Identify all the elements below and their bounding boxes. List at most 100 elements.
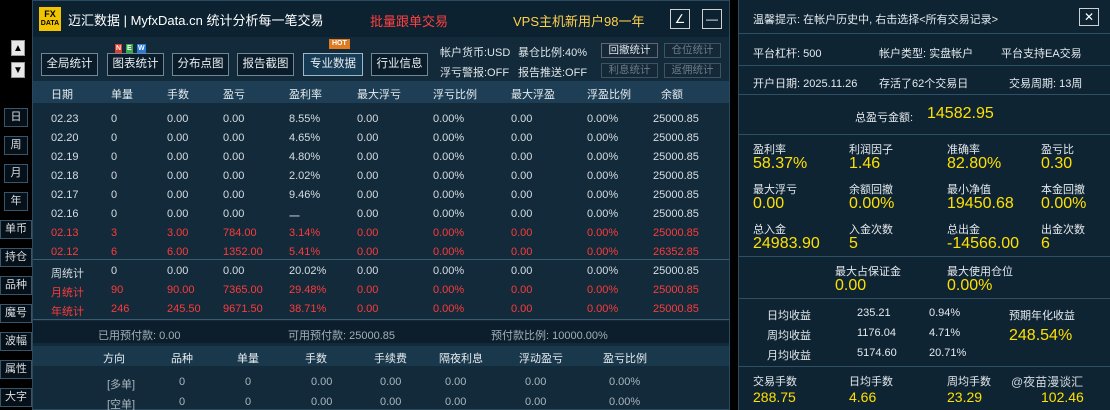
cell: 25000.85: [653, 132, 699, 144]
cell: 0: [245, 396, 252, 408]
stats-row: 月统计 90 90.00 7365.00 29.48% 0.00 0.00% 0.00 0.00…: [33, 281, 729, 300]
new-badge: N: [115, 44, 123, 53]
cell: 784.00: [223, 227, 257, 239]
metric-value: 82.80%: [947, 155, 1002, 172]
free-margin: 可用预付款: 25000.85: [288, 330, 395, 342]
cell: 5.41%: [289, 246, 321, 258]
app-title: 迈汇数据 | MyfxData.cn 统计分析每一笔交易: [68, 13, 324, 28]
period-week-button[interactable]: 周: [4, 136, 28, 155]
lots-stats-row: 周均手数 日均手数 交易手数 @夜苗漫谈汇 288.75 4.66 23.29 102.4…: [739, 367, 1110, 410]
cell: 0.00%: [433, 189, 465, 201]
pro-data-button[interactable]: 专业数据: [303, 53, 363, 76]
cell: 0.00: [357, 132, 379, 144]
rebate-stats-button[interactable]: 返佣统计: [664, 63, 721, 78]
cell: 0.00: [167, 132, 189, 144]
scroll-down-icon[interactable]: ▼: [11, 62, 25, 78]
income-cell: 235.21: [857, 307, 891, 319]
cell: 25000.85: [653, 303, 699, 315]
max-margin-value: 0.00: [835, 277, 867, 294]
col-date: 日期: [51, 89, 73, 101]
cell: 0: [111, 132, 118, 144]
report-screenshot-button[interactable]: 报告截图: [237, 53, 294, 76]
property-button[interactable]: 属性: [0, 360, 32, 379]
cell: 0.00: [525, 396, 547, 408]
income-cell: 4.71%: [929, 327, 961, 339]
drawdown-stats-button[interactable]: 回撤统计: [601, 43, 658, 58]
cell: 3.14%: [289, 227, 321, 239]
cell: 0.00%: [587, 132, 619, 144]
cell: 90.00: [167, 284, 195, 296]
leverage: 平台杠杆: 500: [753, 48, 822, 60]
cell: 0.00: [380, 376, 402, 388]
lots-label: 日均手数: [849, 376, 893, 388]
copy-trade-link[interactable]: 批量跟单交易: [370, 11, 448, 30]
cell: 0.00: [445, 376, 467, 388]
lots-value: 23.29: [947, 389, 983, 405]
income-cell: 0.94%: [929, 307, 961, 319]
cell: 245.50: [167, 303, 201, 315]
max-position-value: 0.00%: [947, 277, 993, 294]
stats-row: 年统计 246 245.50 9671.50 38.71% 0.00 0.00% 0.00 0.…: [33, 300, 729, 319]
cell: 0.00%: [433, 132, 465, 144]
margin-level: 预付款比例: 10000.00%: [491, 330, 608, 342]
industry-info-button[interactable]: 行业信息: [371, 53, 428, 76]
metric-value: 5: [849, 235, 858, 252]
cell: 3.00: [167, 227, 189, 239]
cell: 0.00%: [609, 396, 641, 408]
magic-number-button[interactable]: 魔号: [0, 304, 32, 323]
cell: 0.00: [167, 170, 189, 182]
cell: 38.71%: [289, 303, 327, 315]
income-cell: 1176.04: [857, 327, 896, 339]
cell: 7365.00: [223, 284, 263, 296]
cell: 0.00: [311, 376, 333, 388]
divider: [33, 259, 729, 260]
cell: 0.00%: [587, 284, 619, 296]
metric-value: 58.37%: [753, 155, 808, 172]
vps-promo-link[interactable]: VPS主机新用户98一年: [513, 11, 644, 30]
period-year-button[interactable]: 年: [4, 192, 28, 211]
cell: 0.00: [223, 151, 245, 163]
close-icon[interactable]: ✕: [1079, 8, 1099, 26]
edit-icon[interactable]: ∠: [670, 9, 690, 29]
pos-col-header: 方向: [103, 353, 125, 365]
cell: 02.19: [51, 151, 79, 163]
cell: 0: [111, 208, 118, 220]
chart-stats-button[interactable]: 图表统计: [107, 53, 164, 76]
pos-col-header: 手数: [305, 353, 327, 365]
global-stats-button[interactable]: 全局统计: [41, 53, 98, 76]
cell: 0.00%: [587, 227, 619, 239]
cell: 0: [111, 113, 118, 125]
interest-stats-button[interactable]: 利息统计: [601, 63, 658, 78]
cell: 0.00%: [587, 189, 619, 201]
symbol-button[interactable]: 品种: [0, 276, 32, 295]
cell: 0.00%: [433, 208, 465, 220]
total-pnl-value: 14582.95: [927, 105, 994, 122]
cell: 25000.85: [653, 189, 699, 201]
period-month-button[interactable]: 月: [4, 164, 28, 183]
float-loss-alert: 浮亏警报:OFF: [440, 67, 510, 79]
cell: 0.00%: [433, 303, 465, 315]
single-currency-button[interactable]: 单币: [0, 220, 32, 239]
cell: 周统计: [51, 268, 84, 280]
position-stats-button[interactable]: 仓位统计: [664, 43, 721, 58]
notice-text: 温馨提示: 在帐户历史中, 右击选择<所有交易记录>: [753, 14, 999, 26]
cell: 0.00%: [587, 170, 619, 182]
cell: 0.00: [167, 113, 189, 125]
metric-value: 0.00: [753, 195, 785, 212]
cell: 0.00%: [433, 113, 465, 125]
minimize-icon[interactable]: —: [702, 9, 722, 29]
cell: 0.00: [511, 151, 533, 163]
scroll-up-icon[interactable]: ▲: [11, 40, 25, 56]
cell: 25000.85: [653, 151, 699, 163]
amplitude-button[interactable]: 波幅: [0, 332, 32, 351]
lots-value: 102.46: [1041, 389, 1084, 405]
cell: 0.00%: [609, 376, 641, 388]
cell: 90: [111, 284, 124, 296]
large-font-button[interactable]: 大字: [0, 388, 32, 407]
col-max-float-loss: 最大浮亏: [357, 89, 401, 101]
distribution-chart-button[interactable]: 分布点图: [172, 53, 229, 76]
cell: 0.00: [511, 113, 533, 125]
positions-button[interactable]: 持仓: [0, 248, 32, 267]
cell: 0: [111, 265, 118, 277]
period-day-button[interactable]: 日: [4, 108, 28, 127]
